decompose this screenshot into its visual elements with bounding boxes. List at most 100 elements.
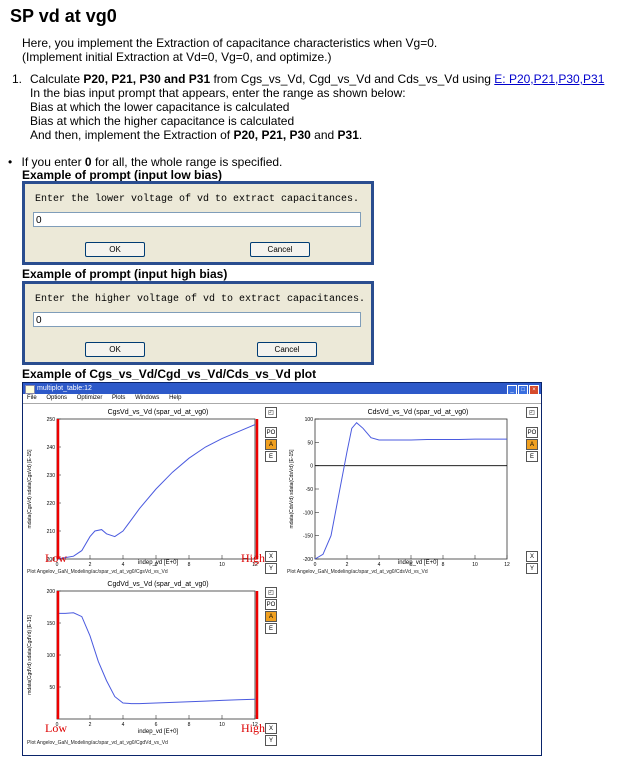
menu-file[interactable]: File: [27, 395, 37, 401]
x-tick-label: 4: [122, 722, 125, 728]
plot-1-e-button[interactable]: E: [265, 451, 277, 462]
high-bias-prompt: Enter the higher voltage of vd to extrac…: [35, 294, 366, 305]
step-1-line-2: In the bias input prompt that appears, e…: [30, 86, 406, 100]
menu-plots[interactable]: Plots: [112, 395, 125, 401]
high-bias-dialog: Enter the higher voltage of vd to extrac…: [22, 281, 374, 365]
step-1-line-3: Bias at which the lower capacitance is c…: [30, 100, 290, 114]
cancel-button[interactable]: Cancel: [250, 242, 310, 257]
low-marker-label: Low: [45, 551, 67, 565]
step-1-params: P20, P21, P30 and P31: [83, 72, 211, 86]
bullet-post: for all, the whole range is specified.: [91, 155, 283, 169]
chart-3-title: CgdVd_vs_Vd (spar_vd_at_vg0): [107, 581, 209, 588]
low-bias-prompt: Enter the lower voltage of vd to extract…: [35, 194, 360, 205]
y-tick-label: -50: [306, 487, 313, 493]
plot-1-a-button[interactable]: A: [265, 439, 277, 450]
step-1-l5-end: .: [358, 128, 363, 142]
bullet-pre: If you enter: [21, 155, 85, 169]
x-tick-label: 2: [89, 722, 92, 728]
menu-help[interactable]: Help: [169, 395, 181, 401]
extraction-link[interactable]: E: P20,P21,P30,P31: [494, 72, 604, 86]
y-tick-label: 100: [47, 653, 56, 659]
y-tick-label: 220: [47, 501, 56, 507]
x-tick-label: 10: [219, 722, 225, 728]
maximize-icon[interactable]: □: [518, 385, 528, 395]
y-tick-label: 200: [47, 589, 56, 595]
menu-options[interactable]: Options: [46, 395, 67, 401]
high-marker-label: High: [241, 551, 265, 565]
step-1-line-1: Calculate P20, P21, P30 and P31 from Cgs…: [30, 72, 604, 86]
y-tick-label: 150: [47, 621, 56, 627]
plot-2-po-button[interactable]: PO: [526, 427, 538, 438]
step-1-l5-and: and: [310, 128, 338, 142]
plot-2-expand-icon[interactable]: ◰: [526, 407, 538, 418]
heading-low-bias: Example of prompt (input low bias): [22, 168, 223, 182]
chart-2-xlabel: indep_vd [E+0]: [397, 560, 439, 566]
plot-1-expand-icon[interactable]: ◰: [265, 407, 277, 418]
x-tick-label: 8: [188, 722, 191, 728]
y-tick-label: -100: [303, 510, 313, 516]
y-tick-label: -200: [303, 557, 313, 563]
plot-1-po-button[interactable]: PO: [265, 427, 277, 438]
minimize-icon[interactable]: _: [507, 385, 517, 395]
chart-1-title: CgsVd_vs_Vd (spar_vd_at_vg0): [107, 409, 209, 416]
chart-3: mdata(CgdVd) sdata(CgdVd) [E-15] 50 100 150…: [27, 589, 259, 728]
x-tick-label: 6: [155, 722, 158, 728]
y-tick-label: 0: [310, 464, 313, 470]
menu-optimizer[interactable]: Optimizer: [77, 395, 103, 401]
y-axis-label: mdata(CgsVd) sdata(CgsVd) [E-15]: [27, 449, 33, 529]
plot-2-e-button[interactable]: E: [526, 451, 538, 462]
window-title: multiplot_table:12: [37, 385, 92, 392]
plot-3-a-button[interactable]: A: [265, 611, 277, 622]
y-tick-label: 50: [307, 440, 313, 446]
plot-2-y-button[interactable]: Y: [526, 563, 538, 574]
chart-3-path: Plot Angelov_GaN_Modeling/ac/spar_vd_at_…: [27, 740, 168, 746]
plot-2-a-button[interactable]: A: [526, 439, 538, 450]
chart-2-title: CdsVd_vs_Vd (spar_vd_at_vg0): [367, 409, 469, 416]
window-titlebar[interactable]: multiplot_table:12 _ □ ×: [23, 383, 541, 395]
bullet-note: • If you enter 0 for all, the whole rang…: [8, 155, 282, 169]
plot-3-x-button[interactable]: X: [265, 723, 277, 734]
chart-1-path: Plot Angelov_GaN_Modeling/ac/spar_vd_at_…: [27, 569, 168, 575]
intro-line-2: (Implement initial Extraction at Vd=0, V…: [22, 50, 332, 64]
cancel-button[interactable]: Cancel: [257, 342, 317, 357]
chart-3-xlabel: indep_vd [E+0]: [137, 729, 179, 735]
intro-line-1: Here, you implement the Extraction of ca…: [22, 36, 438, 50]
heading-high-bias: Example of prompt (input high bias): [22, 267, 228, 281]
step-1-line-4: Bias at which the higher capacitance is …: [30, 114, 295, 128]
step-1-line-5: And then, implement the Extraction of P2…: [30, 128, 362, 142]
step-1-mid: from Cgs_vs_Vd, Cgd_vs_Vd and Cds_vs_Vd …: [210, 72, 495, 86]
chart-2-path: Plot Angelov_GaN_Modeling/ac/spar_vd_at_…: [287, 569, 428, 575]
plot-1-x-button[interactable]: X: [265, 551, 277, 562]
ok-button[interactable]: OK: [85, 242, 145, 257]
step-1-l5-pre: And then, implement the Extraction of: [30, 128, 234, 142]
plot-2-x-button[interactable]: X: [526, 551, 538, 562]
plot-3-po-button[interactable]: PO: [265, 599, 277, 610]
low-bias-input[interactable]: 0: [33, 212, 361, 227]
close-icon[interactable]: ×: [529, 385, 539, 395]
high-marker-label: High: [241, 721, 265, 735]
y-tick-label: 50: [49, 685, 55, 691]
step-1-pre: Calculate: [30, 72, 84, 86]
heading-plot-example: Example of Cgs_vs_Vd/Cgd_vs_Vd/Cds_vs_Vd…: [22, 367, 317, 381]
chart-1: mdata(CgsVd) sdata(CgsVd) [E-15]20021022…: [27, 417, 259, 567]
y-tick-label: -150: [303, 534, 313, 540]
menu-windows[interactable]: Windows: [135, 395, 159, 401]
plot-3-expand-icon[interactable]: ◰: [265, 587, 277, 598]
y-axis-label: mdata(CgdVd) sdata(CgdVd) [E-15]: [27, 615, 33, 695]
y-tick-label: 100: [305, 417, 314, 423]
y-axis-label: mdata(CdsVd) sdata(CdsVd) [E-15]: [289, 449, 295, 529]
menu-bar: File Options Optimizer Plots Windows Hel…: [23, 394, 541, 404]
ok-button[interactable]: OK: [85, 342, 145, 357]
bullet-bold: 0: [84, 155, 92, 169]
y-tick-label: 230: [47, 473, 56, 479]
step-number: 1.: [12, 72, 23, 86]
page-title: SP vd at vg0: [10, 6, 117, 26]
high-bias-input[interactable]: 0: [33, 312, 361, 327]
plot-3-e-button[interactable]: E: [265, 623, 277, 634]
chart-2: mdata(CdsVd) sdata(CdsVd) [E-15] -200 -150…: [289, 417, 510, 567]
low-marker-label: Low: [45, 721, 67, 735]
step-1-l5-bold2: P31: [337, 128, 359, 142]
plot-1-y-button[interactable]: Y: [265, 563, 277, 574]
plot-3-y-button[interactable]: Y: [265, 735, 277, 746]
y-tick-label: 240: [47, 445, 56, 451]
